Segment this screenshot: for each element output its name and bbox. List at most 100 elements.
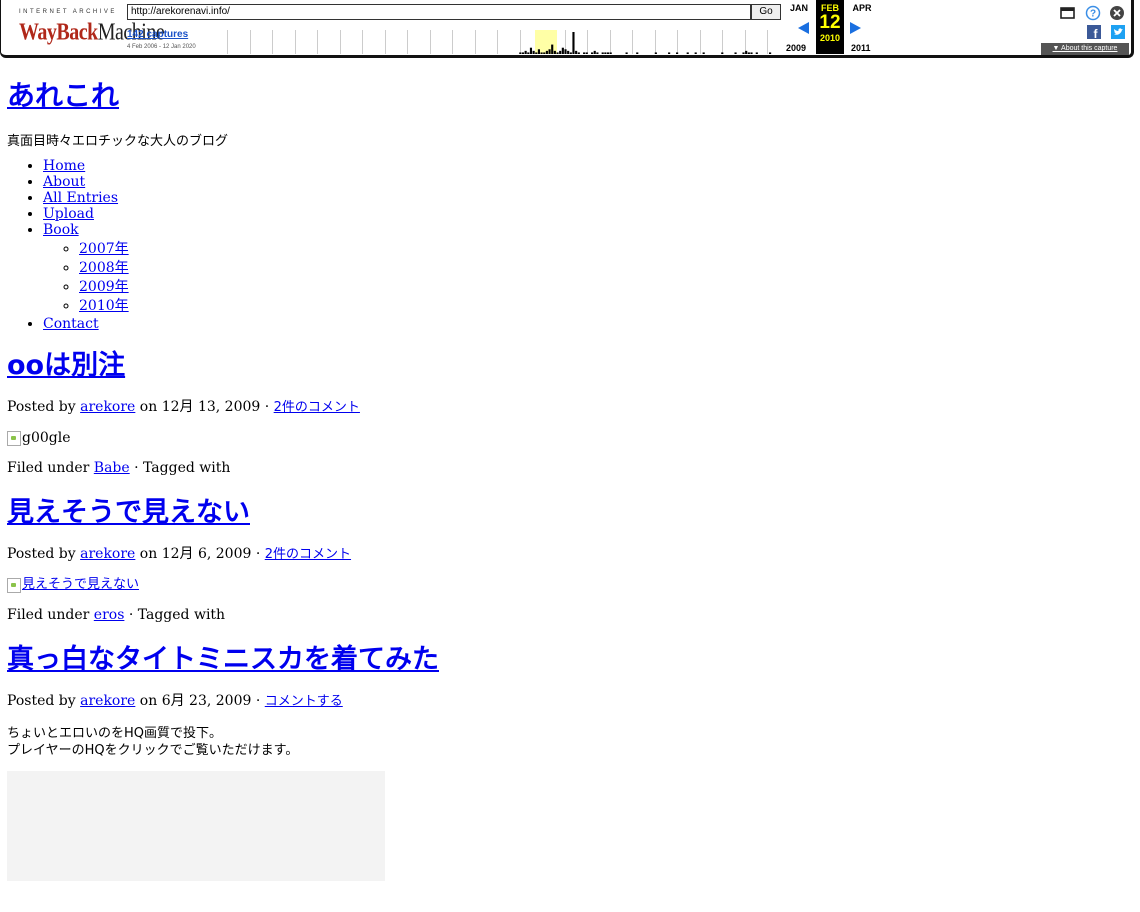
post-title-link[interactable]: ooは別注: [7, 350, 125, 381]
book-year-link-2010[interactable]: 2010年: [79, 298, 129, 314]
post-title: 見えそうで見えない: [7, 495, 1127, 531]
nav-link-home[interactable]: Home: [43, 158, 85, 174]
capture-bar: [559, 50, 562, 54]
nav-item-book: Book 2007年 2008年 2009年 2010年: [43, 222, 1127, 316]
comments-link[interactable]: 2件のコメント: [274, 400, 360, 415]
prev-month-label[interactable]: JAN: [787, 3, 811, 13]
nav-link-upload[interactable]: Upload: [43, 206, 94, 222]
video-player[interactable]: [7, 771, 385, 881]
capture-bar: [524, 50, 527, 54]
post-body: ちょいとエロいのをHQ画質で投下。 プレイヤーのHQをクリックでご覧いただけます…: [7, 725, 1127, 759]
broken-image-icon: [7, 577, 21, 593]
capture-bar: [742, 52, 745, 54]
author-link[interactable]: arekore: [80, 399, 135, 415]
book-year-link-2009[interactable]: 2009年: [79, 279, 129, 295]
nav-link-contact[interactable]: Contact: [43, 316, 99, 332]
about-capture-label: About this capture: [1061, 45, 1118, 52]
svg-text:?: ?: [1090, 9, 1096, 20]
capture-bar: [527, 52, 530, 54]
post-title-link[interactable]: 真っ白なタイトミニスカを着てみた: [7, 644, 439, 675]
capture-bar: [521, 52, 525, 54]
url-input[interactable]: http://arekorenavi.info/: [127, 4, 751, 20]
capture-bar: [569, 52, 572, 54]
book-year-item: 2009年: [79, 278, 1127, 297]
post: 見えそうで見えない Posted by arekore on 12月 6, 20…: [7, 495, 1127, 624]
calendar-icon[interactable]: [1060, 6, 1075, 20]
posted-by-label: Posted by: [7, 693, 76, 709]
capture-bar: [625, 52, 628, 54]
nav-item-about: About: [43, 174, 1127, 190]
image-link[interactable]: 見えそうで見えない: [22, 576, 139, 594]
facebook-icon[interactable]: f: [1087, 25, 1101, 39]
capture-bar: [636, 52, 639, 54]
book-submenu: 2007年 2008年 2009年 2010年: [43, 240, 1127, 316]
capture-bar: [654, 52, 657, 54]
capture-bar: [609, 52, 612, 54]
post-title: ooは別注: [7, 348, 1127, 384]
capture-bar: [564, 49, 567, 54]
author-link[interactable]: arekore: [80, 546, 135, 562]
post-date: on 6月 23, 2009 ·: [139, 693, 261, 709]
category-link[interactable]: Babe: [94, 460, 130, 476]
image-alt-text: g00gle: [22, 430, 71, 446]
capture-bar: [591, 52, 594, 54]
post-date: on 12月 6, 2009 ·: [139, 546, 261, 562]
captures-link[interactable]: 142 captures: [127, 29, 188, 40]
post-meta: Posted by arekore on 6月 23, 2009 · コメントす…: [7, 692, 1127, 711]
go-button[interactable]: Go: [751, 4, 781, 20]
prev-year-label[interactable]: 2009: [786, 43, 806, 53]
book-year-link-2007[interactable]: 2007年: [79, 241, 129, 257]
next-year-label[interactable]: 2011: [851, 43, 871, 53]
nav-link-book[interactable]: Book: [43, 222, 79, 238]
capture-date-range: 4 Feb 2006 - 12 Jan 2020: [127, 44, 196, 50]
current-day-label: 12: [819, 12, 841, 33]
post-footer: Filed under eros · Tagged with: [7, 606, 1127, 624]
author-link[interactable]: arekore: [80, 693, 135, 709]
posted-by-label: Posted by: [7, 546, 76, 562]
nav-link-about[interactable]: About: [43, 174, 85, 190]
post-image: g00gle: [7, 429, 1127, 447]
filed-under-label: Filed under: [7, 460, 90, 476]
comments-link[interactable]: 2件のコメント: [265, 547, 351, 562]
capture-bar: [721, 52, 724, 54]
book-year-item: 2010年: [79, 297, 1127, 316]
capture-bar: [540, 52, 543, 54]
capture-bar: [601, 52, 604, 54]
next-month-label[interactable]: APR: [849, 3, 875, 13]
capture-bar: [750, 52, 753, 54]
post: 真っ白なタイトミニスカを着てみた Posted by arekore on 6月…: [7, 642, 1127, 881]
capture-bar: [734, 52, 737, 54]
nav-item-contact: Contact: [43, 316, 1127, 332]
capture-bar: [593, 50, 596, 54]
post-title: 真っ白なタイトミニスカを着てみた: [7, 642, 1127, 678]
prev-capture-arrow-icon[interactable]: [796, 21, 810, 35]
capture-bar: [545, 50, 548, 54]
post-image[interactable]: 見えそうで見えない: [7, 576, 1127, 594]
capture-histogram[interactable]: [227, 24, 777, 54]
help-icon[interactable]: ?: [1085, 5, 1101, 21]
capture-bar: [551, 44, 554, 54]
capture-bar: [686, 52, 689, 54]
post-meta: Posted by arekore on 12月 13, 2009 · 2件のコ…: [7, 398, 1127, 417]
tagged-with-label: · Tagged with: [134, 460, 231, 476]
about-capture-button[interactable]: ▼ About this capture: [1041, 43, 1129, 55]
nav-item-all-entries: All Entries: [43, 190, 1127, 206]
capture-bar: [585, 52, 588, 54]
blog-content: あれこれ 真面目時々エロチックな大人のブログ Home About All En…: [7, 70, 1127, 881]
post-footer: Filed under Babe · Tagged with: [7, 459, 1127, 477]
comments-link[interactable]: コメントする: [265, 694, 343, 709]
close-icon[interactable]: [1109, 5, 1125, 21]
capture-bar: [577, 52, 580, 54]
capture-bar: [747, 52, 750, 54]
capture-bar: [583, 52, 586, 54]
category-link[interactable]: eros: [94, 607, 125, 623]
book-year-link-2008[interactable]: 2008年: [79, 260, 129, 276]
twitter-icon[interactable]: [1111, 25, 1125, 39]
post-title-link[interactable]: 見えそうで見えない: [7, 497, 250, 528]
capture-bar: [604, 52, 607, 54]
capture-bar: [676, 52, 679, 54]
nav-link-all-entries[interactable]: All Entries: [43, 190, 118, 206]
capture-bar: [519, 52, 522, 54]
site-title-link[interactable]: あれこれ: [7, 79, 119, 112]
next-capture-arrow-icon[interactable]: [849, 21, 863, 35]
